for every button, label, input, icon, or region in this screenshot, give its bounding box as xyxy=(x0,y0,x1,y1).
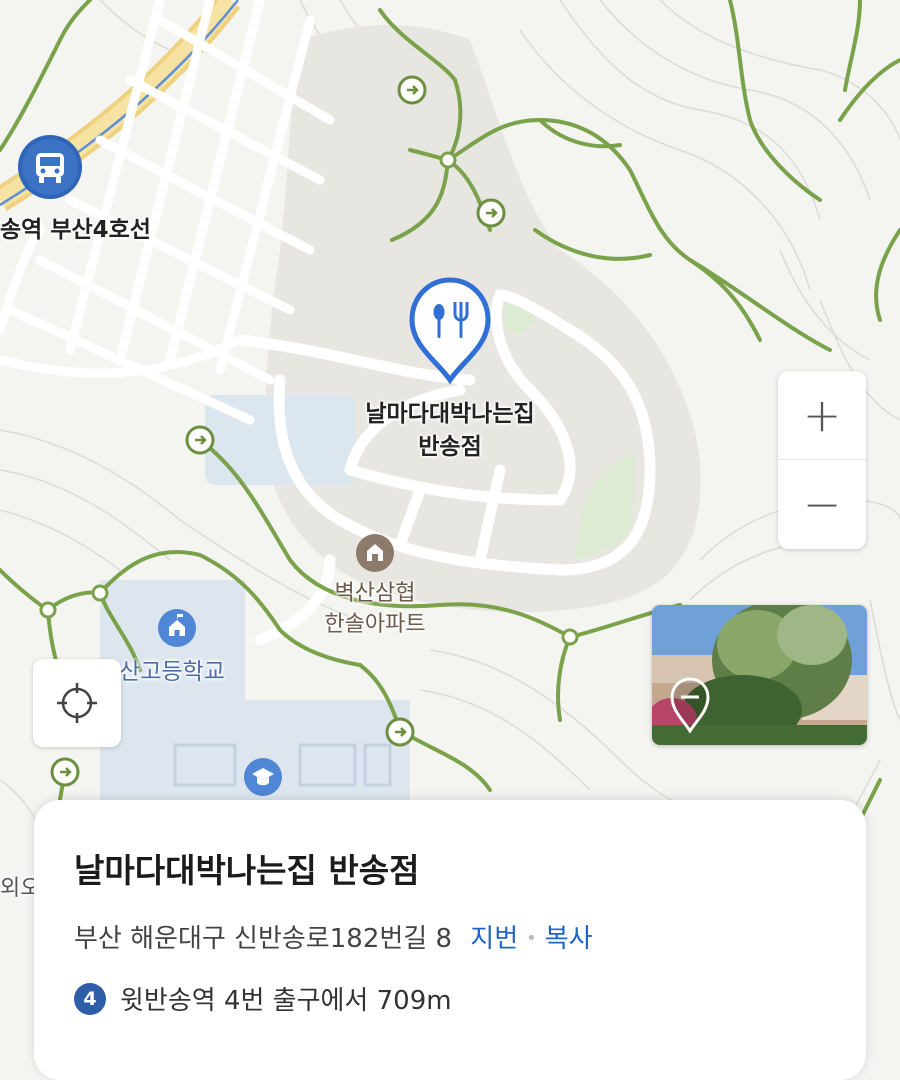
apartment-label[interactable]: 벽산삼협 한솔아파트 xyxy=(300,578,450,640)
zoom-out-button[interactable]: − xyxy=(778,460,866,548)
apartment-label-line1: 벽산삼협 xyxy=(334,581,416,606)
jibun-link[interactable]: 지번 xyxy=(470,924,518,954)
restaurant-label-line1: 날마다대박나는집 xyxy=(365,401,535,427)
subway-line-4-badge: 4 xyxy=(74,982,106,1015)
graduation-cap-icon[interactable] xyxy=(244,758,282,796)
place-info-card[interactable]: 날마다대박나는집 반송점 부산 해운대구 신반송로182번길 8 지번 • 복사 4… xyxy=(34,800,866,1080)
nearest-station-row: 4 윗반송역 4번 출구에서 709m xyxy=(74,980,452,1017)
address-row: 부산 해운대구 신반송로182번길 8 지번 • 복사 xyxy=(74,918,593,955)
station-label[interactable]: 송역 부산4호선 xyxy=(0,210,151,244)
zoom-controls: + − xyxy=(778,371,866,549)
restaurant-label[interactable]: 날마다대박나는집 반송점 xyxy=(340,398,560,464)
address-text: 부산 해운대구 신반송로182번길 8 xyxy=(74,924,453,954)
zoom-in-button[interactable]: + xyxy=(778,371,866,459)
apartment-icon[interactable] xyxy=(356,534,394,572)
separator-dot: • xyxy=(526,928,537,949)
restaurant-label-line2: 반송점 xyxy=(418,434,482,460)
apartment-label-line2: 한솔아파트 xyxy=(324,612,426,637)
street-view-thumbnail[interactable] xyxy=(652,605,867,745)
place-name[interactable]: 날마다대박나는집 반송점 xyxy=(74,844,419,892)
bus-icon[interactable] xyxy=(18,135,82,199)
station-distance-text: 윗반송역 4번 출구에서 709m xyxy=(120,986,452,1016)
copy-link[interactable]: 복사 xyxy=(545,924,593,954)
street-view-pin-icon xyxy=(670,677,710,733)
school-icon[interactable] xyxy=(158,609,196,647)
crosshair-icon xyxy=(57,683,97,723)
current-location-button[interactable] xyxy=(33,659,121,747)
